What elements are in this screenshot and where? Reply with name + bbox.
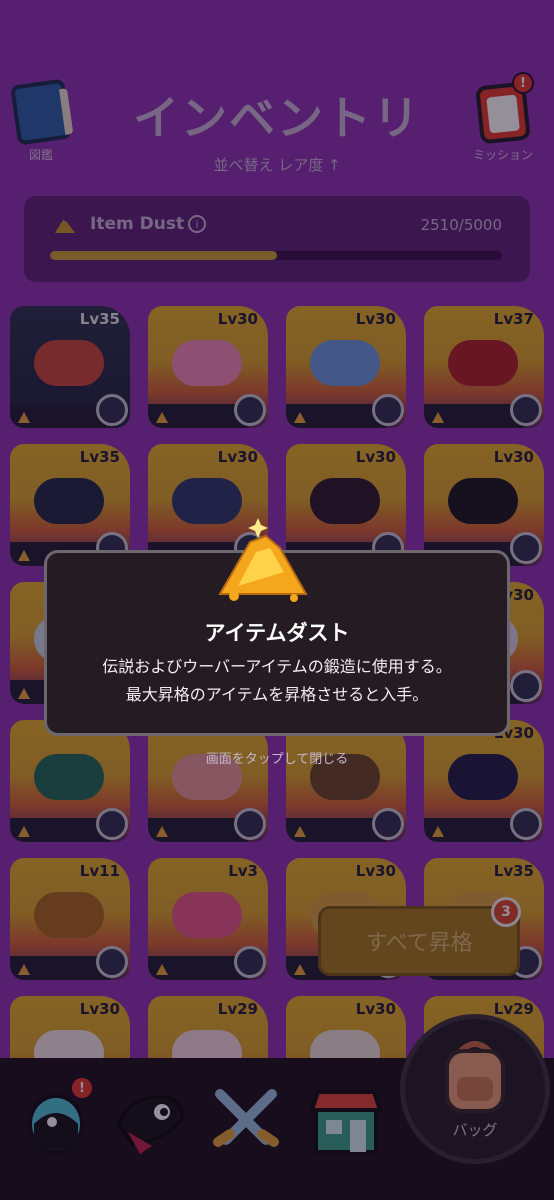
inventory-screen: 図鑑 インベントリ 並べ替え レア度 ↑ ! ミッション Item Dust i… (0, 0, 554, 1200)
tooltip-description-line1: 伝説およびウーバーアイテムの鍛造に使用する。 (102, 657, 452, 676)
tooltip-title: アイテムダスト (204, 621, 350, 645)
tooltip-description-line2: 最大昇格のアイテムを昇格させると入手。 (125, 685, 429, 704)
tap-to-close-hint: 画面をタップして閉じる (205, 752, 349, 767)
gold-dust-pile-icon (218, 518, 308, 602)
